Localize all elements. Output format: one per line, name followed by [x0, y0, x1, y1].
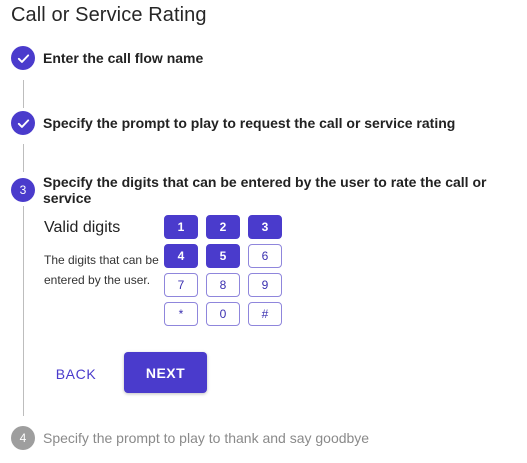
step-connector: [23, 80, 24, 108]
digit-key-9[interactable]: 9: [248, 273, 282, 297]
check-icon: [17, 53, 29, 63]
step-2-label: Specify the prompt to play to request th…: [43, 115, 456, 131]
valid-digits-description: The digits that can be entered by the us…: [44, 253, 159, 287]
step-2-indicator: [11, 111, 35, 135]
next-button[interactable]: NEXT: [124, 352, 207, 393]
digit-key-star[interactable]: *: [164, 302, 198, 326]
step-4-indicator: 4: [11, 426, 35, 450]
step-3[interactable]: 3 Specify the digits that can be entered…: [11, 174, 527, 206]
step-connector: [23, 206, 24, 416]
step-1[interactable]: Enter the call flow name: [11, 46, 203, 70]
step-connector: [23, 144, 24, 172]
step-3-indicator: 3: [11, 178, 35, 202]
check-icon: [17, 118, 29, 128]
step-1-indicator: [11, 46, 35, 70]
digit-key-1[interactable]: 1: [164, 215, 198, 239]
step-4-label: Specify the prompt to play to thank and …: [43, 430, 370, 446]
digit-key-2[interactable]: 2: [206, 215, 240, 239]
digit-key-0[interactable]: 0: [206, 302, 240, 326]
digit-key-8[interactable]: 8: [206, 273, 240, 297]
valid-digits-title: Valid digits: [44, 219, 121, 236]
page-title: Call or Service Rating: [11, 4, 207, 26]
digit-key-6[interactable]: 6: [248, 244, 282, 268]
step-3-label: Specify the digits that can be entered b…: [43, 174, 487, 206]
step-1-label: Enter the call flow name: [43, 50, 204, 66]
digit-key-4[interactable]: 4: [164, 244, 198, 268]
digit-key-hash[interactable]: #: [248, 302, 282, 326]
digit-key-7[interactable]: 7: [164, 273, 198, 297]
back-button[interactable]: BACK: [42, 354, 110, 394]
step-4[interactable]: 4 Specify the prompt to play to thank an…: [11, 426, 369, 450]
digit-key-3[interactable]: 3: [248, 215, 282, 239]
digit-key-5[interactable]: 5: [206, 244, 240, 268]
step-2[interactable]: Specify the prompt to play to request th…: [11, 111, 455, 135]
digit-keypad: 1 2 3 4 5 6 7 8 9 * 0 #: [164, 215, 282, 326]
